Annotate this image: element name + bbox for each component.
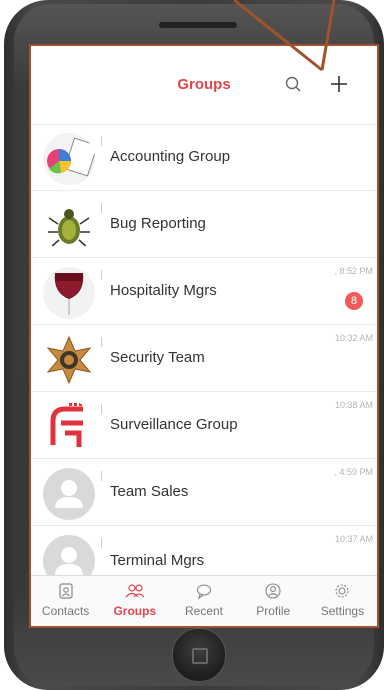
list-item[interactable]: Hospitality Mgrs , 8:52 PM 8: [31, 258, 377, 325]
list-item[interactable]: Surveillance Group 10:38 AM: [31, 392, 377, 459]
tab-profile[interactable]: Profile: [239, 576, 308, 626]
tab-label: Settings: [320, 604, 365, 618]
gear-icon: [335, 584, 349, 598]
group-name: Surveillance Group: [110, 416, 238, 433]
list-item[interactable]: Accounting Group: [31, 124, 377, 191]
row-divider-mark: [101, 404, 102, 414]
search-icon[interactable]: [283, 74, 305, 96]
group-name: Hospitality Mgrs: [110, 282, 217, 299]
tab-label: Groups: [113, 604, 157, 618]
row-divider-mark: [101, 471, 102, 481]
profile-icon: [265, 583, 281, 599]
group-list: Accounting Group Bug Reporting Hospitali…: [31, 124, 377, 592]
tab-recent[interactable]: Recent: [169, 576, 238, 626]
row-divider-mark: [101, 538, 102, 548]
group-name: Security Team: [110, 349, 205, 366]
header: Groups: [31, 46, 377, 125]
app-screen: Groups Accounting Group Bug Reporting Ho…: [29, 44, 379, 628]
chat-bubble-icon: [196, 584, 212, 600]
add-group-button[interactable]: [325, 70, 353, 98]
phone-speaker: [159, 22, 237, 28]
group-name: Terminal Mgrs: [110, 552, 205, 569]
avatar: [43, 200, 95, 252]
list-item[interactable]: Team Sales , 4:59 PM: [31, 459, 377, 526]
row-divider-mark: [101, 270, 102, 280]
avatar: [43, 468, 95, 520]
tab-contacts[interactable]: Contacts: [31, 576, 100, 626]
tab-groups[interactable]: Groups: [100, 576, 169, 626]
tab-settings[interactable]: Settings: [308, 576, 377, 626]
avatar: [43, 267, 95, 319]
list-item[interactable]: Security Team 10:32 AM: [31, 325, 377, 392]
group-name: Team Sales: [110, 483, 189, 500]
list-item[interactable]: Bug Reporting: [31, 191, 377, 258]
last-message-time: 10:37 AM: [334, 534, 373, 544]
avatar: [43, 334, 95, 386]
tab-label: Recent: [184, 604, 224, 618]
group-name: Bug Reporting: [110, 215, 206, 232]
groups-icon: [125, 584, 145, 598]
avatar: [43, 401, 95, 453]
row-divider-mark: [101, 136, 102, 146]
last-message-time: , 4:59 PM: [334, 467, 373, 477]
avatar: [43, 133, 95, 185]
last-message-time: , 8:52 PM: [334, 266, 373, 276]
home-button[interactable]: [172, 628, 226, 682]
last-message-time: 10:32 AM: [334, 333, 373, 343]
tab-label: Profile: [256, 604, 291, 618]
tab-bar: Contacts Groups Recent Profile Settings: [31, 575, 377, 626]
group-name: Accounting Group: [110, 148, 231, 165]
unread-badge: 8: [345, 292, 363, 310]
last-message-time: 10:38 AM: [334, 400, 373, 410]
tab-label: Contacts: [41, 604, 90, 618]
row-divider-mark: [101, 203, 102, 213]
plus-icon: [331, 76, 347, 92]
row-divider-mark: [101, 337, 102, 347]
contacts-icon: [58, 583, 73, 599]
